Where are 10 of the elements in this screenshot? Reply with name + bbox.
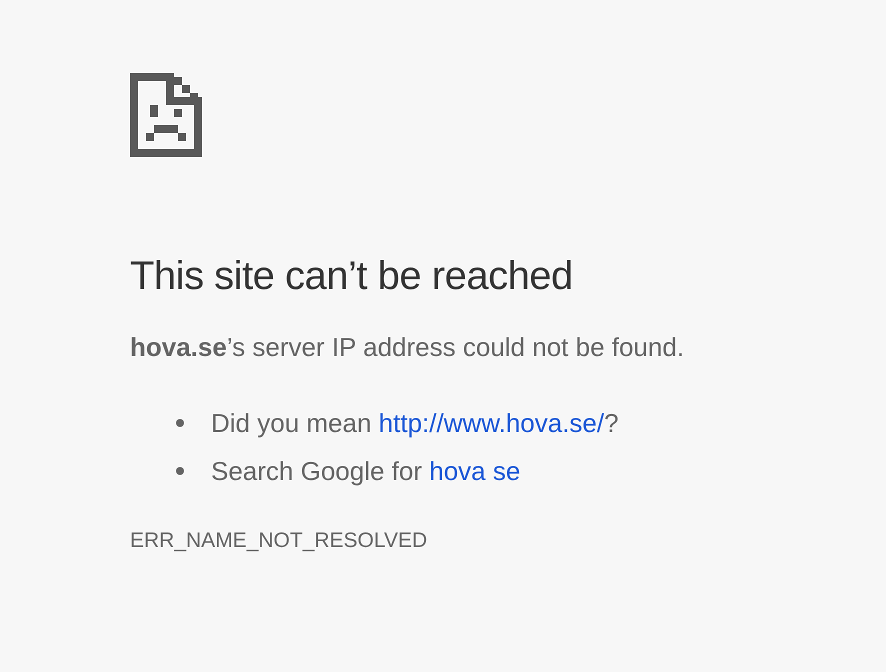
suggestion-link[interactable]: http://www.hova.se/ <box>378 408 604 438</box>
suggestion-link[interactable]: hova se <box>429 456 520 486</box>
sad-page-icon <box>130 72 202 158</box>
suggestion-text: Did you mean http://www.hova.se/? <box>211 407 619 440</box>
bullet-icon <box>176 467 184 475</box>
error-heading: This site can’t be reached <box>130 253 574 300</box>
error-message: hova.se’s server IP address could not be found. <box>130 331 686 364</box>
suggestion-text: Search Google for hova se <box>211 455 520 488</box>
error-code: ERR_NAME_NOT_RESOLVED <box>130 528 428 554</box>
bullet-icon <box>176 419 184 427</box>
